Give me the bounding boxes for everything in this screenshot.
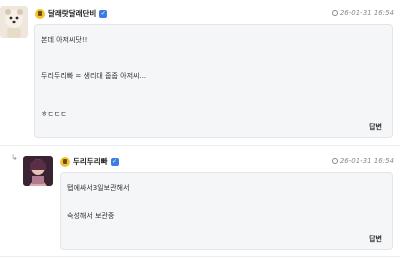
comment-line: ㅎㄷㄷㄷ [41,110,67,118]
comment-line: 숙성해서 보관중 [67,212,115,220]
comment-date-text: 26-01-31 16:54 [339,9,394,17]
divider [0,145,400,146]
verified-check-icon: ✓ [110,157,119,166]
verified-check-icon: ✓ [99,9,108,18]
comment-author[interactable]: 달래랏달래단비 [48,8,96,19]
comment-line: 본데 아저씨닷!! [41,36,88,44]
level-badge-icon [35,8,45,19]
comment-bubble: 본데 아저씨닷!! 두리두리빠 = 생리대 줍줍 아저씨... ㅎㄷㄷㄷ 답변 [34,24,393,138]
comment-line: 탭에싸서3일보관해서 [67,184,130,192]
clock-icon [331,158,338,164]
reply-button[interactable]: 답변 [369,122,382,132]
comment-line: 두리두리빠 = 생리대 줍줍 아저씨... [41,72,147,80]
divider [0,256,400,257]
reply-button[interactable]: 답변 [369,234,382,244]
comment-author-row: 두리두리빠 ✓ [60,156,119,167]
clock-icon [331,10,338,16]
comment-author-row: 달래랏달래단비 ✓ [35,8,108,19]
level-badge-icon [60,156,70,167]
avatar[interactable] [0,6,28,38]
comment-author[interactable]: 두리두리빠 [73,156,108,167]
reply-arrow-icon: ↳ [11,153,18,162]
comment-date-text: 26-01-31 16:54 [339,157,394,165]
comment-date: 26-01-31 16:54 [331,9,394,17]
comment-date: 26-01-31 16:54 [331,157,394,165]
comment-bubble: 탭에싸서3일보관해서 숙성해서 보관중 답변 [60,172,393,250]
avatar[interactable] [23,156,53,186]
